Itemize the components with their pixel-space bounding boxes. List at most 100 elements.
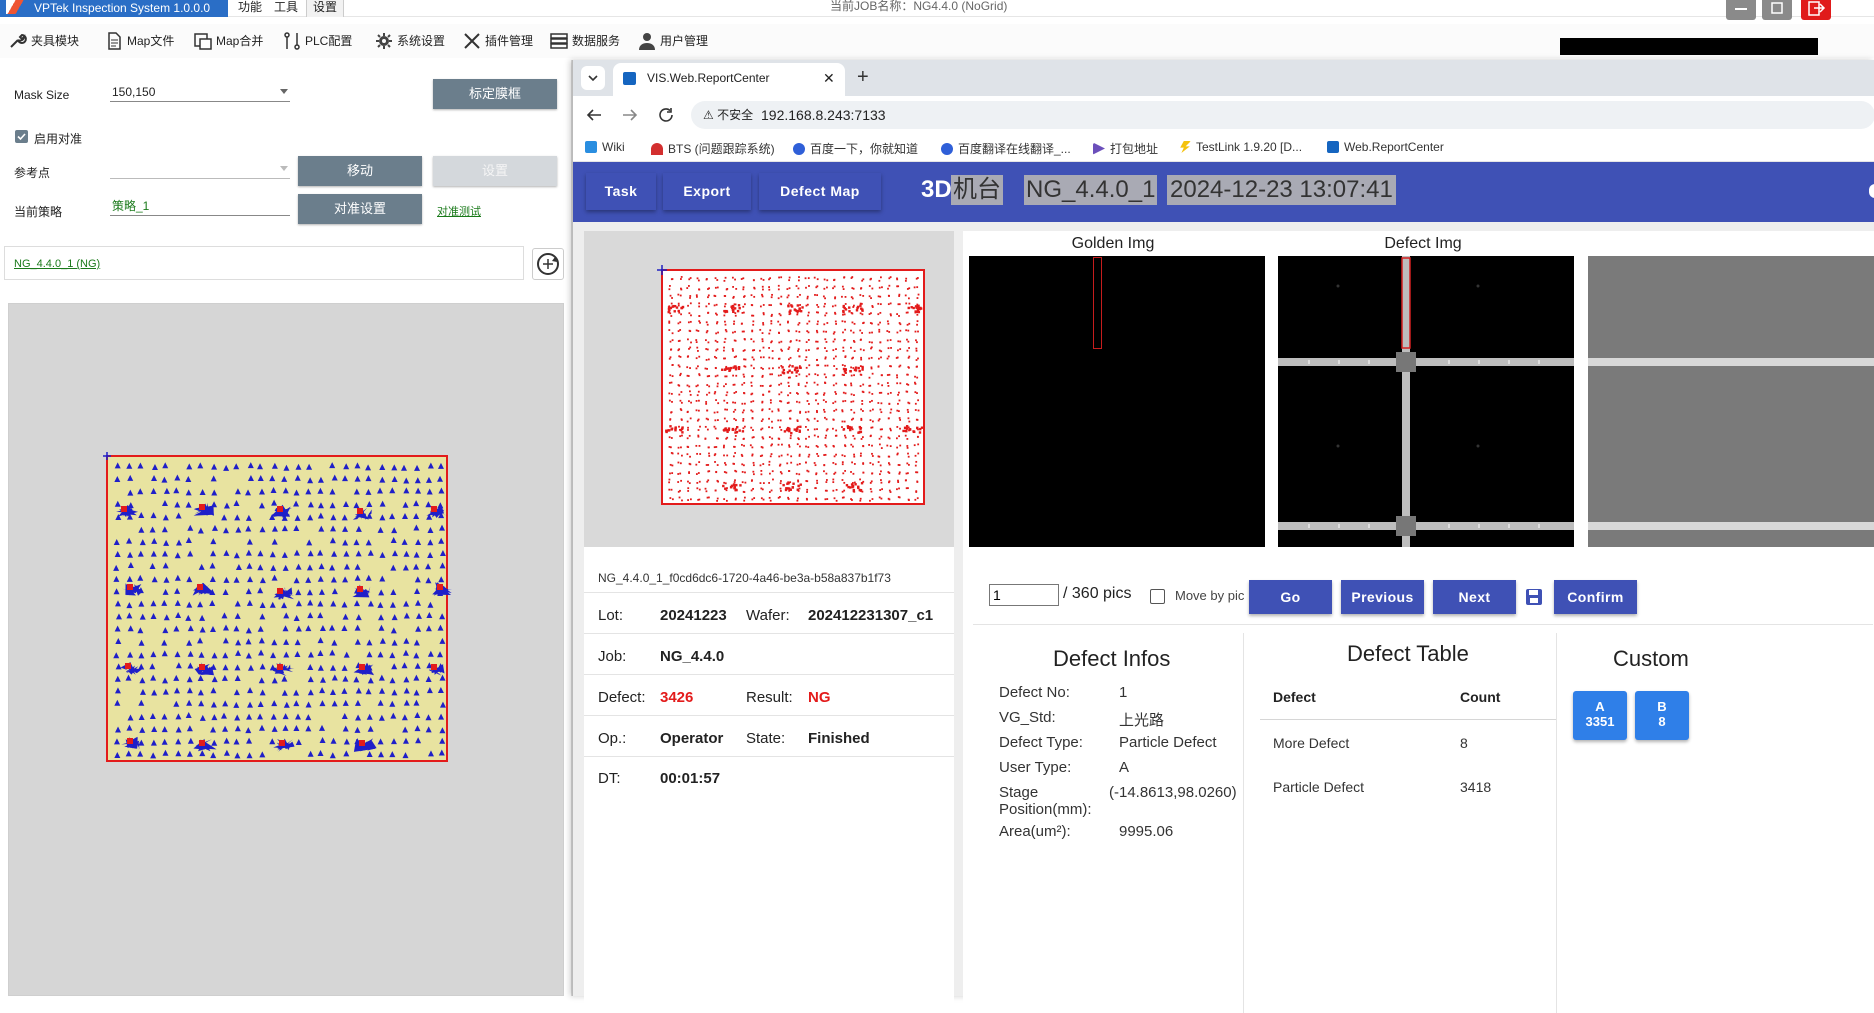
tab-list-button[interactable] — [581, 66, 605, 90]
wafer-frame — [662, 270, 924, 504]
set-button[interactable]: 设置 — [433, 156, 557, 186]
wafer-map-right[interactable] — [584, 231, 954, 556]
calibrate-frame-button[interactable]: 标定膜框 — [433, 79, 557, 109]
wafer-info-card: NG_4.4.0_1_f0cd6dc6-1720-4a46-be3a-b58a8… — [584, 547, 954, 1007]
wafer-map-right-canvas[interactable] — [584, 231, 954, 556]
divider — [584, 633, 954, 634]
toolbar-fixture-module[interactable]: 夹具模块 — [8, 30, 79, 52]
next-button[interactable]: Next — [1433, 580, 1516, 614]
stage-position-value: (-14.8613,98.0260) — [1109, 784, 1237, 801]
menu-function[interactable]: 功能 — [232, 0, 268, 17]
back-icon[interactable] — [585, 106, 603, 124]
golden-image[interactable] — [969, 256, 1265, 551]
area-value: 9995.06 — [1119, 823, 1173, 840]
check-icon — [15, 130, 28, 143]
lightning-icon — [1179, 141, 1191, 153]
toolbar-system-settings[interactable]: 系统设置 — [374, 30, 445, 52]
baidu-icon — [941, 143, 953, 155]
defect-type-value: Particle Defect — [1119, 734, 1217, 751]
current-job-title: 当前JOB名称：NG4.4.0 (NoGrid) — [830, 0, 1007, 14]
custom-a-button[interactable]: A 3351 — [1573, 691, 1627, 740]
count-column-header: Count — [1460, 689, 1500, 705]
table-row[interactable]: Particle Defect 3418 — [1260, 764, 1556, 808]
toolbar-plc-config[interactable]: PLC配置 — [282, 30, 352, 52]
bookmark-bts[interactable]: BTS (问题跟踪系统) — [651, 140, 775, 157]
browser-tab[interactable]: VIS.Web.ReportCenter ✕ — [613, 63, 845, 96]
reload-icon[interactable] — [657, 106, 675, 124]
user-menu-icon[interactable] — [1869, 184, 1874, 198]
database-icon — [549, 31, 569, 51]
column-divider — [1556, 633, 1557, 1013]
align-settings-button[interactable]: 对准设置 — [298, 194, 422, 224]
defect-type-label: Defect Type: — [999, 734, 1083, 751]
save-icon[interactable] — [1525, 588, 1543, 606]
bookmark-reportcenter[interactable]: Web.ReportCenter — [1327, 140, 1444, 154]
move-button[interactable]: 移动 — [298, 156, 422, 186]
defect-no-value: 1 — [1119, 684, 1127, 701]
toolbar-data-service[interactable]: 数据服务 — [549, 30, 620, 52]
align-test-link[interactable]: 对准测试 — [437, 203, 481, 219]
task-button[interactable]: Task — [586, 173, 656, 210]
enable-align-checkbox[interactable] — [15, 130, 28, 143]
close-tab-icon[interactable]: ✕ — [823, 63, 835, 93]
custom-title: Custom — [1613, 646, 1689, 672]
bookmark-baidu[interactable]: 百度一下，你就知道 — [793, 140, 918, 157]
insecure-indicator[interactable]: ⚠ 不安全 — [703, 101, 753, 129]
defect-img-title: Defect Img — [1273, 235, 1573, 253]
go-button[interactable]: Go — [1249, 580, 1332, 614]
tab-title: VIS.Web.ReportCenter — [647, 71, 770, 85]
lot-value: 20241223 — [660, 607, 727, 624]
toolbar-user-manager[interactable]: 用户管理 — [637, 30, 708, 52]
export-button[interactable]: Export — [663, 173, 751, 210]
bookmark-wiki[interactable]: Wiki — [585, 140, 625, 154]
menu-tools[interactable]: 工具 — [268, 0, 304, 17]
table-row[interactable]: More Defect 8 — [1260, 720, 1556, 764]
defect-map-button[interactable]: Defect Map — [759, 173, 881, 210]
divider — [584, 674, 954, 675]
bookmark-testlink[interactable]: TestLink 1.9.20 [D... — [1179, 140, 1302, 154]
area-label: Area(um²): — [999, 823, 1071, 840]
app-title-bar: VPTek Inspection System 1.0.0.0 功能 工具 设置… — [0, 0, 1874, 17]
custom-button-count: 3351 — [1573, 714, 1627, 729]
new-tab-button[interactable]: + — [857, 66, 869, 89]
forward-icon[interactable] — [621, 106, 639, 124]
url-bar[interactable]: ⚠ 不安全 192.168.8.243:7133 — [691, 101, 1874, 129]
third-image[interactable] — [1588, 256, 1874, 551]
job-link[interactable]: NG_4.4.0_1 (NG) — [14, 258, 100, 270]
strategy-field[interactable]: 策略_1 — [110, 196, 290, 216]
result-label: Result: — [746, 689, 793, 706]
defect-count-value: 3426 — [660, 689, 693, 706]
menu-settings[interactable]: 设置 — [306, 0, 344, 17]
bookmark-package[interactable]: 打包地址 — [1093, 140, 1158, 157]
bookmark-baidu-translate[interactable]: 百度翻译在线翻译_... — [941, 140, 1071, 157]
previous-button[interactable]: Previous — [1341, 580, 1424, 614]
report-center-app: Task Export Defect Map 3D 机台 NG_4.4.0_1 … — [573, 162, 1874, 996]
ref-point-select[interactable] — [110, 159, 290, 179]
custom-b-button[interactable]: B 8 — [1635, 691, 1689, 740]
vg-std-value: 上光路 — [1119, 709, 1164, 730]
mask-size-value: 150,150 — [112, 85, 155, 99]
play-icon — [1093, 143, 1105, 155]
wafer-map-left[interactable] — [8, 303, 564, 996]
restore-button[interactable] — [1762, 0, 1792, 20]
result-value: NG — [808, 689, 831, 706]
job-value: NG_4.4.0 — [660, 648, 724, 665]
wafer-map-left-canvas[interactable] — [9, 304, 565, 997]
table-cell-defect: Particle Defect — [1273, 779, 1364, 795]
toolbar-map-file[interactable]: Map文件 — [104, 30, 174, 52]
minimize-button[interactable] — [1726, 0, 1756, 20]
user-type-label: User Type: — [999, 759, 1071, 776]
page-number-input[interactable] — [989, 584, 1059, 606]
browser-tab-strip: VIS.Web.ReportCenter ✕ + — [573, 60, 1874, 96]
mask-size-select[interactable]: 150,150 — [110, 82, 290, 102]
refresh-map-button[interactable] — [532, 248, 564, 280]
toolbar-plugin-manager[interactable]: 插件管理 — [462, 30, 533, 52]
defect-image-pattern — [1278, 256, 1574, 551]
wafer-frame — [107, 456, 447, 761]
toolbar-map-merge[interactable]: Map合并 — [193, 30, 263, 52]
defect-image[interactable] — [1278, 256, 1574, 551]
exit-icon — [1801, 0, 1831, 20]
move-by-pic-checkbox[interactable] — [1150, 589, 1165, 604]
exit-button[interactable] — [1801, 0, 1831, 20]
confirm-button[interactable]: Confirm — [1554, 580, 1637, 614]
